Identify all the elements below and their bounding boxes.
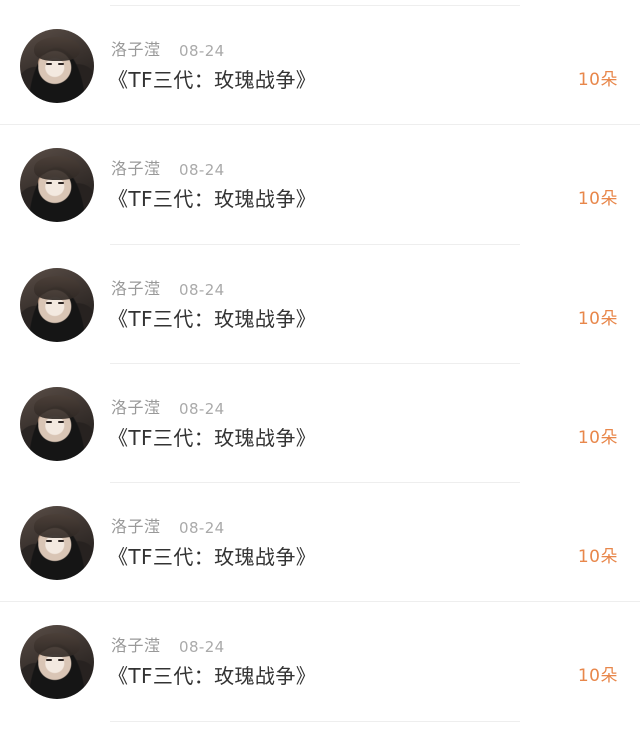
row-divider — [110, 720, 520, 722]
gift-date: 08-24 — [179, 399, 225, 418]
gift-date: 08-24 — [179, 161, 225, 180]
gift-list-item[interactable]: 洛子滢 08-24 《TF三代：玫瑰战争》 10朵 — [0, 245, 640, 364]
gift-list-item[interactable]: 洛子滢 08-24 《TF三代：玫瑰战争》 10朵 — [0, 364, 640, 484]
work-title: 《TF三代：玫瑰战争》 — [108, 306, 317, 331]
user-name: 洛子滢 — [111, 40, 161, 59]
flower-count: 10朵 — [577, 308, 618, 329]
user-name: 洛子滢 — [111, 636, 161, 656]
user-avatar[interactable] — [20, 148, 94, 223]
flower-count: 10朵 — [577, 547, 618, 568]
flower-count: 10朵 — [577, 427, 618, 448]
gift-list-item[interactable]: 洛子滢 08-24 《TF三代：玫瑰战争》 10朵 — [0, 602, 640, 722]
flower-count: 10朵 — [577, 666, 618, 687]
user-avatar[interactable] — [20, 386, 94, 461]
gift-date: 08-24 — [179, 638, 225, 657]
gift-list-item[interactable]: 洛子滢 08-24 《TF三代：玫瑰战争》 10朵 — [0, 483, 640, 603]
work-title: 《TF三代：玫瑰战争》 — [108, 545, 317, 570]
gift-date: 08-24 — [179, 280, 225, 299]
user-name: 洛子滢 — [111, 397, 161, 417]
gift-list-item[interactable]: 洛子滢 08-24 《TF三代：玫瑰战争》 10朵 — [0, 6, 640, 126]
gift-list: 洛子滢 08-24 《TF三代：玫瑰战争》 10朵 洛子滢 08-24 《TF三… — [0, 6, 640, 722]
work-title: 《TF三代：玫瑰战争》 — [108, 187, 317, 212]
user-avatar[interactable] — [20, 267, 94, 342]
work-title: 《TF三代：玫瑰战争》 — [108, 68, 317, 92]
work-title: 《TF三代：玫瑰战争》 — [108, 425, 317, 450]
user-avatar[interactable] — [20, 506, 94, 581]
gift-date: 08-24 — [179, 519, 225, 538]
user-name: 洛子滢 — [111, 159, 161, 179]
user-name: 洛子滢 — [111, 517, 161, 537]
flower-count: 10朵 — [577, 189, 618, 210]
work-title: 《TF三代：玫瑰战争》 — [108, 664, 317, 689]
user-avatar[interactable] — [20, 29, 94, 103]
user-name: 洛子滢 — [111, 278, 161, 298]
gift-list-item[interactable]: 洛子滢 08-24 《TF三代：玫瑰战争》 10朵 — [0, 125, 640, 245]
user-avatar[interactable] — [20, 625, 94, 700]
flower-count: 10朵 — [577, 70, 618, 90]
gift-date: 08-24 — [179, 42, 225, 60]
